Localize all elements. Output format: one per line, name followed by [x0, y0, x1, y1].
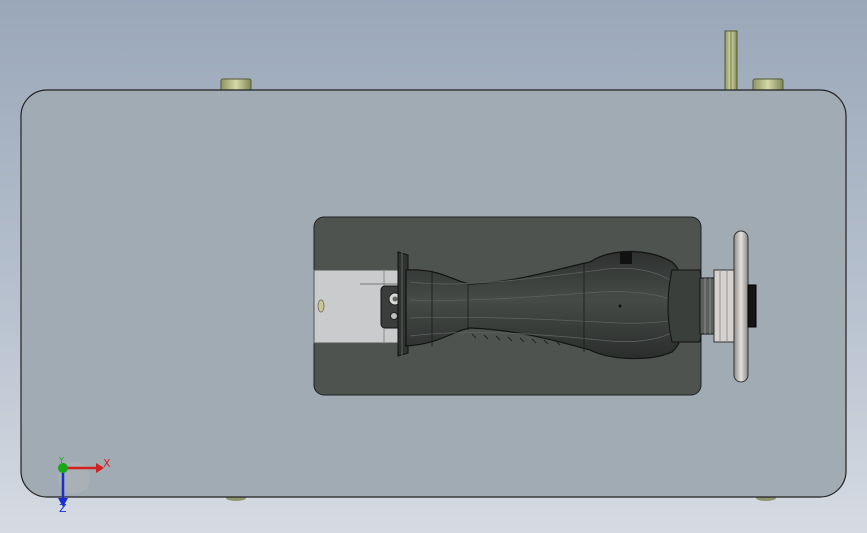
wheel[interactable]	[733, 230, 749, 383]
graphics-viewport[interactable]: X Y Z	[0, 0, 867, 533]
triad-x-label: X	[103, 457, 111, 470]
triad-z-label: Z	[59, 502, 67, 515]
peg-right-top	[752, 78, 784, 92]
hub-rings	[699, 277, 715, 335]
collar	[667, 269, 704, 343]
top-notch	[620, 252, 632, 264]
model-scene[interactable]	[0, 0, 867, 533]
screw-lower	[390, 312, 398, 320]
bracket-slot	[317, 299, 325, 313]
peg-left-top	[220, 78, 252, 92]
wheel-cap	[747, 284, 757, 328]
triad-y-label: Y	[59, 456, 64, 465]
